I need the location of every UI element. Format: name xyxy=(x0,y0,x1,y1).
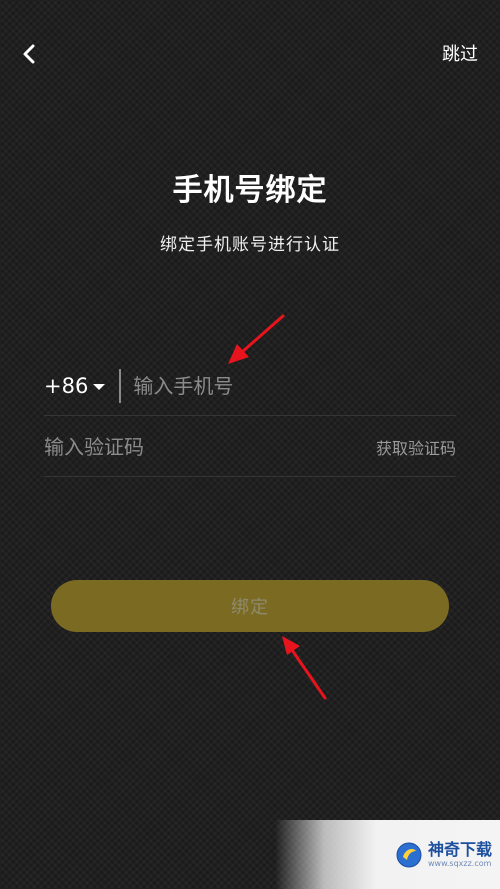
chevron-left-icon xyxy=(23,44,35,64)
watermark-name: 神奇下载 xyxy=(427,839,492,859)
watermark-text: 神奇下载 www.sqxzz.com xyxy=(427,839,492,869)
back-button[interactable] xyxy=(22,36,62,72)
country-code-label: +86 xyxy=(44,374,89,398)
watermark-url: www.sqxzz.com xyxy=(427,858,492,868)
get-code-button[interactable]: 获取验证码 xyxy=(376,435,456,459)
code-input-row: 获取验证码 xyxy=(44,418,456,477)
verification-code-input[interactable] xyxy=(44,427,376,467)
arrow-icon xyxy=(282,636,327,700)
page-title: 手机号绑定 xyxy=(172,173,328,208)
brand-logo-icon xyxy=(396,842,422,867)
caret-down-icon xyxy=(93,384,106,390)
page-subtitle: 绑定手机账号进行认证 xyxy=(160,235,340,255)
input-divider xyxy=(119,369,122,403)
skip-button[interactable]: 跳过 xyxy=(442,40,478,66)
phone-input[interactable] xyxy=(133,366,456,406)
country-code-selector[interactable]: +86 xyxy=(44,374,106,398)
watermark: 神奇下载 www.sqxzz.com xyxy=(275,820,500,889)
bind-button[interactable]: 绑定 xyxy=(51,580,449,632)
phone-input-row: +86 xyxy=(44,357,456,416)
